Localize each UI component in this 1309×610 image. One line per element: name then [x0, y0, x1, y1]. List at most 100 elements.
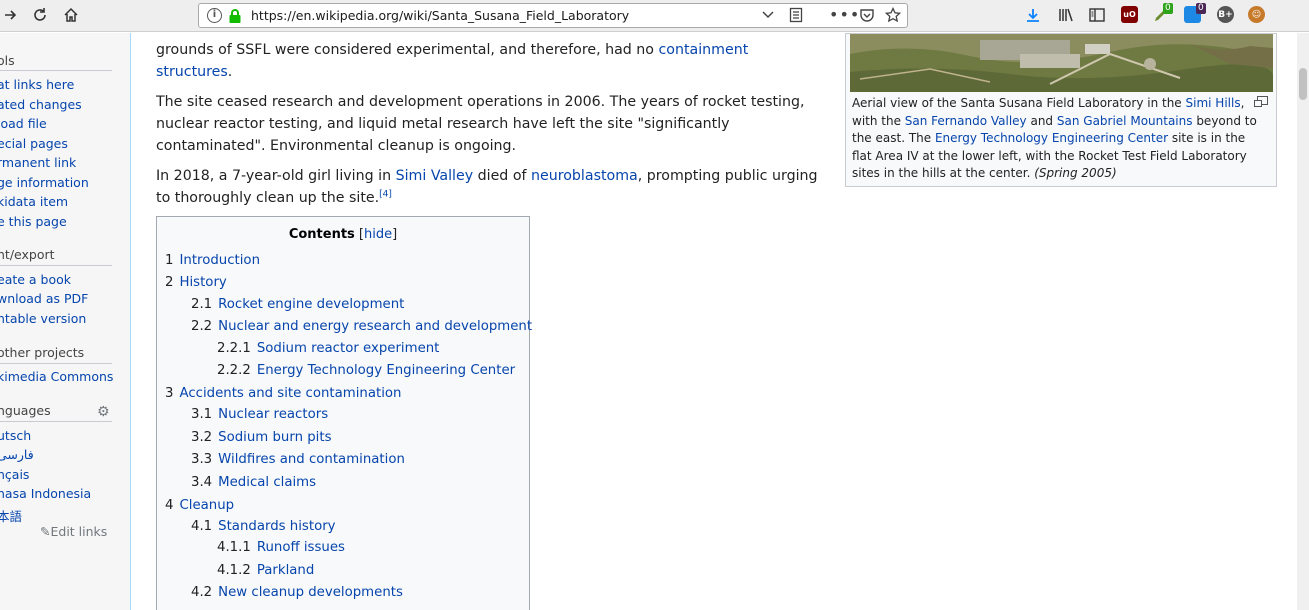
ublock-icon[interactable]: uO [1121, 6, 1138, 23]
info-icon[interactable]: i [207, 8, 222, 23]
sidebar-link-permanent-link[interactable]: rmanent link [0, 155, 76, 170]
toc-number: 2.1 [191, 297, 213, 312]
divider [0, 70, 112, 71]
page-actions-icon[interactable]: ••• [829, 5, 860, 24]
sidebar-link-cite-this-page[interactable]: e this page [0, 214, 67, 229]
toc-item[interactable]: 3.3 Wildfires and contamination [191, 452, 405, 467]
sidebar-lang-indonesia[interactable]: hasa Indonesia [0, 486, 91, 501]
edit-links-label: Edit links [50, 524, 108, 539]
sidebar-link-what-links-here[interactable]: at links here [0, 77, 74, 92]
toc-item[interactable]: 1 Introduction [165, 253, 260, 268]
divider [0, 363, 112, 364]
download-icon[interactable] [1022, 4, 1044, 26]
sidebar-link-download-pdf[interactable]: wnload as PDF [0, 291, 88, 306]
aerial-photo [850, 34, 1273, 92]
page-scrollbar[interactable] [1297, 33, 1309, 610]
toc-label: Accidents and site contamination [179, 386, 402, 401]
toc-item[interactable]: 2 History [165, 275, 227, 290]
toc-item[interactable]: 3.4 Medical claims [191, 475, 316, 490]
sidebar-link-wikimedia-commons[interactable]: kimedia Commons [0, 369, 113, 384]
toc-label: Medical claims [218, 475, 317, 490]
toc-label: History [179, 275, 227, 290]
lock-icon[interactable] [228, 8, 242, 24]
toc-item[interactable]: 2.2 Nuclear and energy research and devel… [191, 319, 532, 334]
link-simi-hills[interactable]: Simi Hills [1186, 96, 1241, 110]
gear-icon[interactable]: ⚙ [97, 404, 110, 420]
toc-item[interactable]: 4.2 New cleanup developments [191, 585, 403, 600]
sidebar-link-special-pages[interactable]: ecial pages [0, 136, 68, 151]
sidebar-toggle-icon[interactable] [1086, 4, 1108, 26]
toc-number: 4.1 [191, 519, 213, 534]
toc-hide-toggle[interactable]: hide [364, 227, 392, 242]
sidebar-lang-francais[interactable]: nçais [0, 467, 29, 482]
sidebar-link-page-information[interactable]: ge information [0, 175, 89, 190]
reader-view-icon[interactable] [789, 7, 803, 27]
toc-number: 2.2.2 [217, 363, 251, 378]
toc-item[interactable]: 4.1 Standards history [191, 519, 336, 534]
toc-item[interactable]: 2.2.1 Sodium reactor experiment [217, 341, 439, 356]
toc-item[interactable]: 2.1 Rocket engine development [191, 297, 404, 312]
sidebar-link-wikidata-item[interactable]: kidata item [0, 194, 68, 209]
toc-item[interactable]: 4.1.2 Parkland [217, 563, 314, 578]
link-san-gabriel-mountains[interactable]: San Gabriel Mountains [1057, 114, 1193, 128]
toc-label: Parkland [256, 563, 315, 578]
chevron-down-icon[interactable] [761, 7, 775, 25]
url-text[interactable]: https://en.wikipedia.org/wiki/Santa_Susa… [251, 8, 629, 23]
tools-heading: ols [0, 53, 15, 68]
reference-4[interactable]: [4] [379, 189, 392, 199]
scrollbar-thumb[interactable] [1299, 68, 1307, 100]
pocket-icon[interactable] [859, 7, 875, 27]
toc-item[interactable]: 3.1 Nuclear reactors [191, 407, 328, 422]
edit-links-button[interactable]: ✎Edit links [40, 524, 107, 539]
text: and [1026, 113, 1057, 128]
toc-number: 3 [165, 386, 174, 401]
aerial-view-image[interactable] [850, 34, 1273, 92]
toc-number: 4.1.1 [217, 540, 251, 555]
sidebar-link-create-book[interactable]: eate a book [0, 272, 71, 287]
toc-item[interactable]: 4 Cleanup [165, 498, 234, 513]
ext-badge-dark: 0 [1196, 3, 1206, 14]
home-icon[interactable] [60, 4, 82, 26]
toc-number: 2.2 [191, 319, 213, 334]
paragraph-site-ceased: The site ceased research and development… [156, 94, 805, 154]
library-icon[interactable] [1055, 4, 1077, 26]
toc-number: 3.1 [191, 407, 213, 422]
sidebar-link-printable-version[interactable]: ntable version [0, 311, 86, 326]
toc-label: Sodium burn pits [218, 430, 332, 445]
toc-number: 2.2.1 [217, 341, 251, 356]
reload-icon[interactable] [29, 4, 51, 26]
toc-label: Rocket engine development [218, 297, 405, 312]
link-etec[interactable]: Energy Technology Engineering Center [935, 131, 1168, 145]
toc-item[interactable]: 2.2.2 Energy Technology Engineering Cente… [217, 363, 515, 378]
sidebar-lang-japanese[interactable]: 本語 [0, 506, 22, 525]
pencil-icon: ✎ [40, 524, 51, 539]
toc-number: 4.2 [191, 585, 213, 600]
url-bar[interactable]: i https://en.wikipedia.org/wiki/Santa_Su… [198, 3, 908, 28]
sidebar-link-related-changes[interactable]: ated changes [0, 97, 82, 112]
extension-monkey-icon[interactable]: ☺ [1248, 6, 1265, 23]
bookmark-star-icon[interactable] [884, 6, 902, 27]
sidebar-lang-farsi[interactable]: فارسی [0, 447, 34, 462]
toc-heading: Contents [288, 227, 355, 242]
forward-icon[interactable] [0, 4, 22, 26]
sidebar-lang-deutsch[interactable]: utsch [0, 428, 31, 443]
wiki-sidebar: ols at links here ated changes load file… [0, 33, 131, 610]
toc-label: Wildfires and contamination [218, 452, 405, 467]
toc-label: Cleanup [179, 498, 235, 513]
toc-item[interactable]: 4.1.1 Runoff issues [217, 540, 345, 555]
sidebar-link-upload-file[interactable]: load file [0, 116, 47, 131]
caption-date: (Spring 2005) [1034, 166, 1117, 180]
toc-number: 3.2 [191, 430, 213, 445]
link-neuroblastoma[interactable]: neuroblastoma [531, 168, 638, 184]
extension-b-icon[interactable]: B+ [1217, 6, 1234, 23]
toc-item[interactable]: 3.2 Sodium burn pits [191, 430, 332, 445]
toc-item[interactable]: 3 Accidents and site contamination [165, 386, 401, 401]
text: . [227, 64, 233, 80]
link-simi-valley[interactable]: Simi Valley [396, 168, 474, 184]
link-san-fernando-valley[interactable]: San Fernando Valley [905, 114, 1027, 128]
toc-label: Runoff issues [256, 540, 345, 555]
languages-heading: nguages [0, 403, 51, 418]
bracket: [ [354, 227, 364, 242]
toc-number: 2 [165, 275, 174, 290]
toc-label: Standards history [218, 519, 336, 534]
